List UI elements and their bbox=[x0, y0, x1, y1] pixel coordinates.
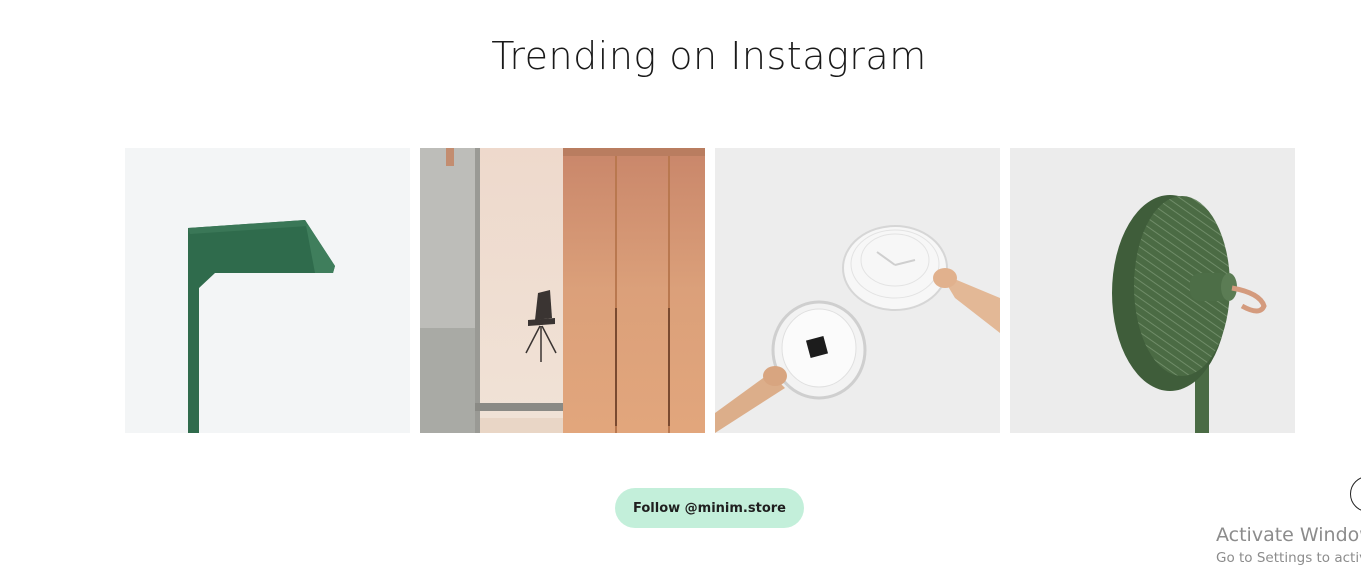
instagram-section: Trending on Instagram Follow @minim.stor… bbox=[0, 0, 1361, 585]
green-desk-lamp-photo bbox=[125, 148, 410, 433]
watermark-subtitle: Go to Settings to activate Windows. bbox=[1216, 550, 1361, 566]
activate-windows-watermark: Activate Windows Go to Settings to activ… bbox=[1216, 524, 1361, 566]
scroll-to-top-button[interactable] bbox=[1350, 476, 1361, 512]
white-wall-clock-hands-photo bbox=[715, 148, 1000, 433]
follow-instagram-button[interactable]: Follow @minim.store bbox=[615, 488, 804, 528]
instagram-post-1[interactable] bbox=[125, 148, 410, 433]
instagram-post-2[interactable] bbox=[420, 148, 705, 433]
green-round-fan-photo bbox=[1010, 148, 1295, 433]
section-title: Trending on Instagram bbox=[491, 34, 927, 78]
instagram-post-4[interactable] bbox=[1010, 148, 1295, 433]
orange-wardrobe-interior-photo bbox=[420, 148, 705, 433]
instagram-post-3[interactable] bbox=[715, 148, 1000, 433]
instagram-grid bbox=[125, 148, 1295, 433]
watermark-title: Activate Windows bbox=[1216, 524, 1361, 546]
